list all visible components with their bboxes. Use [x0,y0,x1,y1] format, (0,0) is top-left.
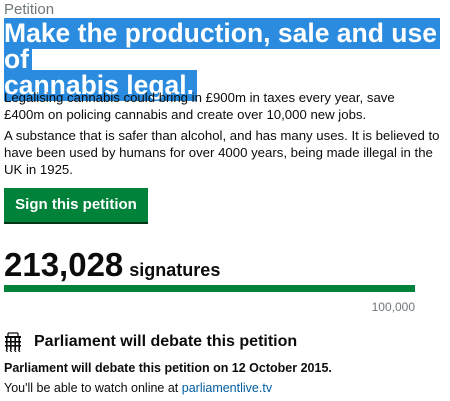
debate-heading: Parliament will debate this petition [34,333,298,350]
signature-progress-bar [4,285,415,292]
signature-progress-fill [4,285,415,292]
debate-date-text: Parliament will debate this petition on … [4,361,332,375]
signature-goal: 100,000 [371,300,415,314]
petition-summary: Legalising cannabis could bring in £900m… [4,90,395,122]
parliamentlive-link[interactable]: parliamentlive.tv [182,381,272,395]
signature-count-number: 213,028 [4,246,124,283]
watch-online-text: You'll be able to watch online at parlia… [4,380,272,397]
sign-petition-button[interactable]: Sign this petition [4,188,148,222]
petition-details: A substance that is safer than alcohol, … [4,128,440,177]
page-eyebrow: Petition [4,1,55,18]
signature-count-label: signatures [129,260,221,280]
watch-online-prefix: You'll be able to watch online at [4,381,182,395]
signature-count: 213,028 signatures [4,245,220,285]
debate-heading-row: Parliament will debate this petition [4,330,297,354]
petition-page: Petition Make the production, sale and u… [0,0,450,401]
portcullis-icon [5,332,21,352]
petition-title: Make the production, sale and use of can… [4,18,444,101]
petition-title-line-1: Make the production, sale and use of [4,18,440,75]
